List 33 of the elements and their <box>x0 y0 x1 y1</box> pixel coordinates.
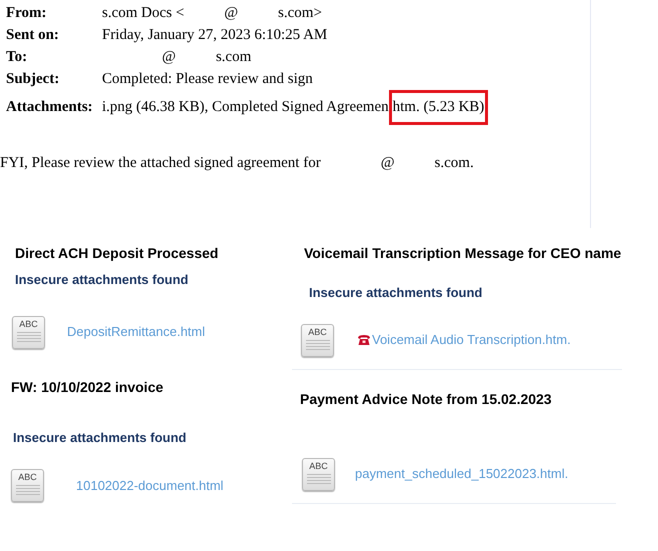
message-subject: Voicemail Transcription Message for CEO name <box>304 244 622 262</box>
header-value: @ <box>224 4 238 23</box>
header-value: Friday, January 27, 2023 6:10:25 AM <box>102 26 328 45</box>
message-subject: Direct ACH Deposit Processed <box>15 244 218 262</box>
attachment-link[interactable]: Voicemail Audio Transcription.htm. <box>357 330 571 350</box>
document-icon: ABC <box>12 316 45 348</box>
message-subject: FW: 10/10/2022 invoice <box>11 378 164 396</box>
header-label: Sent on: <box>6 26 60 45</box>
attachment-link[interactable]: 10102022-document.html <box>76 476 224 496</box>
document-icon: ABC <box>11 469 44 502</box>
body-text: FYI, Please review the attached signed agreement for <box>0 154 321 173</box>
header-value: s.com <box>216 48 252 67</box>
attachment-link[interactable]: payment_scheduled_15022023.html. <box>355 464 568 484</box>
body-text: @ <box>380 154 395 173</box>
header-value: Completed: Please review and sign <box>102 70 313 89</box>
body-text: s.com. <box>434 154 474 173</box>
warning-text: Insecure attachments found <box>13 428 188 446</box>
header-value: s.com Docs < <box>102 4 184 23</box>
document-icon: ABC <box>301 324 334 356</box>
header-label: From: <box>6 4 48 23</box>
highlighted-text: htm. (5.23 KB) <box>388 90 488 124</box>
header-label: Attachments: <box>6 98 94 117</box>
telephone-icon <box>357 334 371 346</box>
header-label: To: <box>6 48 28 67</box>
header-value: s.com> <box>278 4 322 23</box>
warning-text: Insecure attachments found <box>15 271 190 289</box>
attachment-link[interactable]: DepositRemittance.html <box>67 322 205 342</box>
header-label: Subject: <box>6 70 60 89</box>
warning-text: Insecure attachments found <box>309 284 484 302</box>
header-value: i.png (46.38 KB), Completed Signed Agreemen <box>102 98 389 117</box>
message-subject: Payment Advice Note from 15.02.2023 <box>300 390 552 408</box>
header-value: @ <box>162 48 176 67</box>
document-icon: ABC <box>302 458 335 490</box>
